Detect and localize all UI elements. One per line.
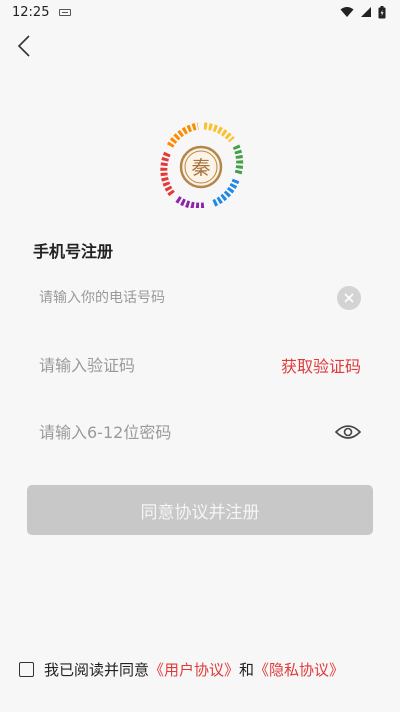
battery-icon bbox=[378, 5, 386, 18]
code-field: 获取验证码 bbox=[27, 341, 373, 389]
agreement-prefix: 我已阅读并同意 bbox=[44, 660, 150, 679]
status-left: 12:25 bbox=[12, 4, 72, 20]
clear-button[interactable] bbox=[337, 286, 361, 310]
agree-checkbox[interactable] bbox=[19, 661, 34, 677]
close-icon bbox=[344, 293, 354, 303]
status-right bbox=[340, 5, 386, 19]
register-button[interactable]: 同意协议并注册 bbox=[27, 485, 373, 535]
eye-icon bbox=[335, 425, 361, 439]
wifi-icon bbox=[340, 7, 354, 17]
status-bar: 12:25 bbox=[0, 0, 400, 24]
agreement-row: 我已阅读并同意 《用户协议》 和 《隐私协议》 bbox=[19, 657, 344, 681]
code-input[interactable] bbox=[39, 355, 281, 375]
chevron-left-icon bbox=[17, 35, 30, 57]
status-time: 12:25 bbox=[12, 4, 50, 20]
password-input[interactable] bbox=[39, 422, 335, 442]
app-logo: 秦 bbox=[160, 122, 244, 208]
password-field bbox=[27, 408, 373, 456]
user-agreement-link[interactable]: 《用户协议》 bbox=[149, 659, 239, 680]
privacy-policy-link[interactable]: 《隐私协议》 bbox=[254, 659, 344, 680]
phone-input[interactable] bbox=[39, 290, 337, 306]
register-screen: 12:25 秦 手机号注册 请输入你的电话号码 请输入验证码 获取验证码 同意协… bbox=[0, 0, 400, 712]
logo-text: 秦 bbox=[191, 157, 210, 179]
keyboard-icon bbox=[59, 8, 72, 16]
show-password-button[interactable] bbox=[335, 423, 361, 441]
signal-icon bbox=[361, 7, 371, 17]
phone-field bbox=[27, 274, 373, 322]
back-button[interactable] bbox=[8, 30, 40, 62]
page-title: 手机号注册 bbox=[33, 242, 114, 261]
get-code-button[interactable]: 获取验证码 bbox=[281, 353, 361, 377]
agreement-conjunction: 和 bbox=[239, 660, 255, 679]
